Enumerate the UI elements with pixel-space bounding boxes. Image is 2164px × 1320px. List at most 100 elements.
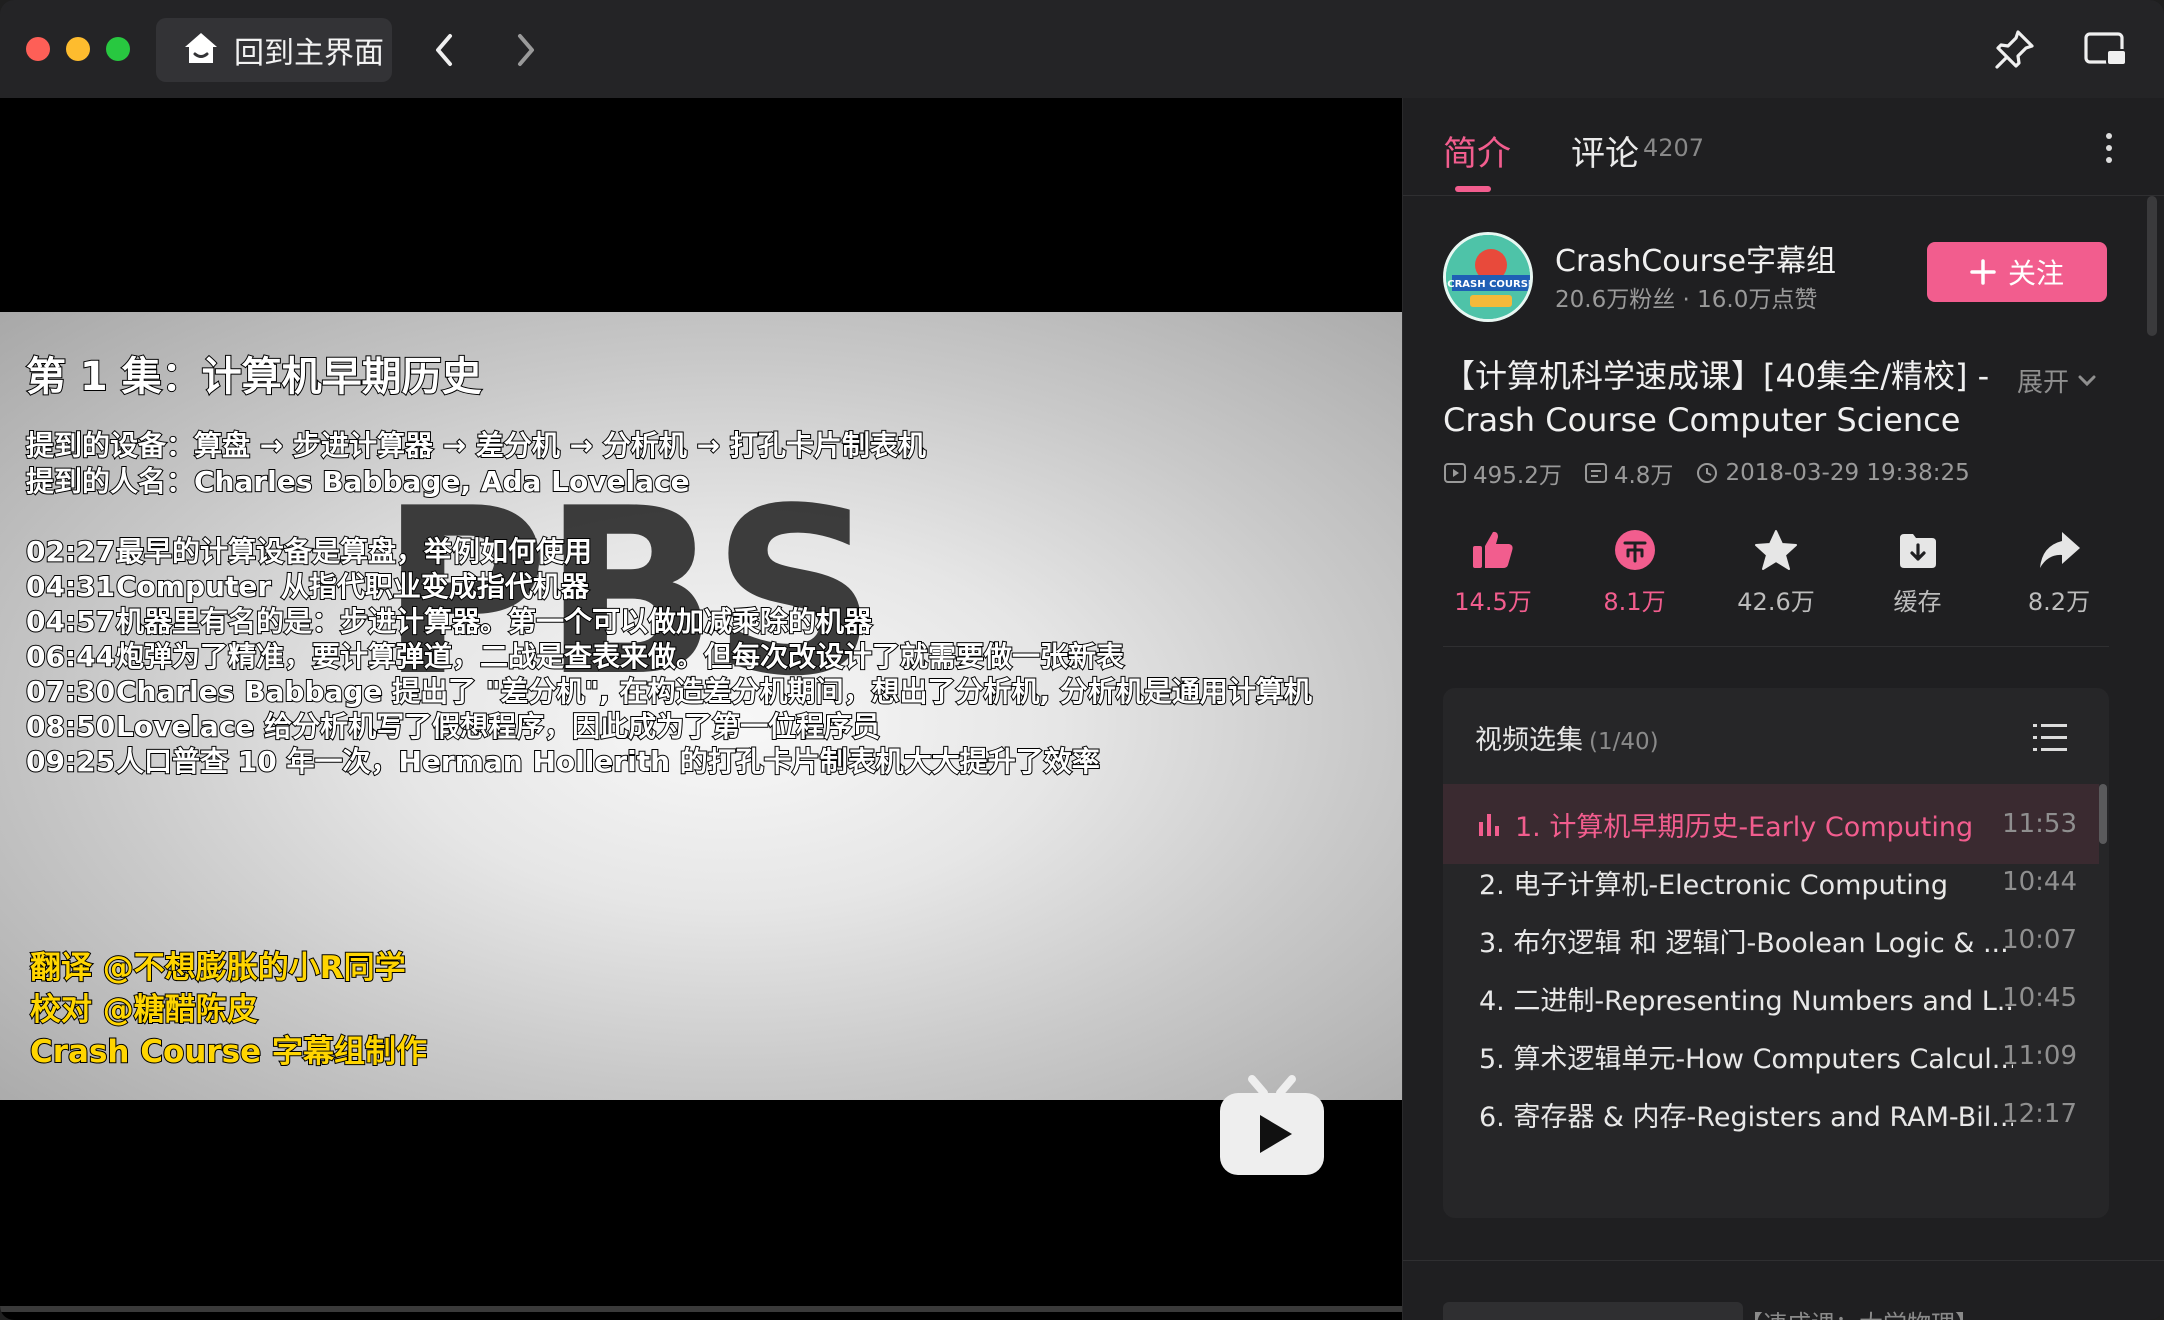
chapter-time: 09:25	[25, 744, 116, 779]
coin-button[interactable]: 8.1万	[1585, 528, 1685, 618]
follow-button[interactable]: 关注	[1927, 242, 2107, 302]
like-count: 14.5万	[1454, 588, 1532, 616]
view-count: 495.2万	[1473, 463, 1562, 489]
playlist-item-duration: 11:53	[2002, 809, 2077, 839]
chapter-time: 06:44	[25, 639, 116, 674]
video-progress-track[interactable]	[0, 1306, 1402, 1312]
coin-icon	[1614, 530, 1655, 570]
tab-intro[interactable]: 简介	[1443, 126, 1511, 175]
people-line: 提到的人名：Charles Babbage, Ada Lovelace	[25, 464, 691, 499]
chapter-line: 04:57机器里有名的是：步进计算器。第一个可以做加减乘除的机器	[25, 600, 873, 640]
uploader-avatar[interactable]: CRASH COURSE	[1443, 232, 1533, 322]
app-window: 回到主界面 PBS 第 1 集：计算机早期历史 提到的设备：算盘 → 步进计算器…	[0, 0, 2164, 1320]
download-icon	[1899, 534, 1936, 568]
avatar-text: CRASH COURSE	[1447, 279, 1533, 290]
panel-scrollbar[interactable]	[2147, 196, 2157, 336]
section-divider	[1443, 646, 2109, 647]
chapter-text: Charles Babbage 提出了 "差分机", 在构造差分机期间，想出了分…	[115, 674, 1313, 709]
follow-label: 关注	[2007, 257, 2064, 290]
close-window-button[interactable]	[26, 37, 50, 61]
danmaku-icon	[1584, 463, 1607, 483]
like-button[interactable]: 14.5万	[1443, 528, 1543, 618]
credit-proofreader: 校对 @糖醋陈皮	[29, 991, 259, 1029]
picture-in-picture-icon	[2084, 32, 2127, 66]
title-bar: 回到主界面	[0, 0, 2164, 98]
side-panel: 简介 评论 4207 CRASH COURSE CrashCourse字幕组 2…	[1402, 98, 2164, 1320]
playlist-item-duration: 10:45	[2002, 983, 2077, 1013]
chapter-time: 04:57	[25, 604, 116, 639]
chapter-line: 04:31Computer 从指代职业变成指代机器	[25, 565, 590, 605]
episode-title-overlay: 第 1 集：计算机早期历史	[25, 353, 483, 401]
chevron-down-icon	[2078, 375, 2096, 386]
playlist-item-duration: 11:09	[2002, 1041, 2077, 1071]
related-thumbnail[interactable]	[1443, 1302, 1743, 1320]
playlist-item-title: 2. 电子计算机-Electronic Computing	[1479, 869, 1949, 901]
chapter-line: 07:30Charles Babbage 提出了 "差分机", 在构造差分机期间…	[25, 670, 1313, 710]
playlist-item-duration: 12:17	[2002, 1099, 2077, 1129]
cache-label: 缓存	[1893, 588, 1942, 616]
thumbs-up-icon	[1473, 531, 1513, 568]
share-icon	[2040, 532, 2080, 568]
playlist-item-duration: 10:44	[2002, 867, 2077, 897]
now-playing-icon	[1479, 814, 1501, 836]
favorite-count: 42.6万	[1737, 588, 1815, 616]
chapter-time: 02:27	[25, 534, 116, 569]
plus-icon	[1970, 259, 1996, 285]
play-count-icon	[1444, 463, 1466, 483]
chapter-line: 06:44炮弹为了精准，要计算弹道，二战是查表来做。但每次改设计了就需要做一张新…	[25, 635, 1125, 675]
playlist-item[interactable]: 6. 寄存器 & 内存-Registers and RAM-Bil... 12:…	[1443, 1074, 2099, 1154]
section-divider	[1403, 1260, 2164, 1261]
zoom-window-button[interactable]	[106, 37, 130, 61]
cache-button[interactable]: 缓存	[1868, 528, 1968, 618]
bilibili-tv-icon	[1216, 1073, 1328, 1179]
chapter-text: Lovelace 给分析机写了假想程序，因此成为了第一位程序员	[115, 709, 881, 744]
home-icon	[182, 30, 220, 70]
comment-count: 4207	[1643, 134, 1705, 162]
chevron-left-icon	[436, 34, 452, 66]
chapter-line: 08:50Lovelace 给分析机写了假想程序，因此成为了第一位程序员	[25, 705, 881, 745]
share-count: 8.2万	[2027, 588, 2091, 616]
pin-window-button[interactable]	[1988, 24, 2040, 76]
list-view-icon[interactable]	[2033, 724, 2069, 752]
minimize-window-button[interactable]	[66, 37, 90, 61]
panel-tabs: 简介 评论 4207	[1403, 98, 2164, 196]
related-title[interactable]: 【速成课：大学物理】	[1739, 1304, 1979, 1320]
more-dots-icon	[2106, 133, 2112, 139]
video-player[interactable]: PBS 第 1 集：计算机早期历史 提到的设备：算盘 → 步进计算器 → 差分机…	[0, 98, 1402, 1320]
picture-in-picture-button[interactable]	[2080, 24, 2132, 76]
forward-button[interactable]	[506, 28, 546, 72]
clock-icon	[1697, 463, 1718, 483]
chapter-text: 机器里有名的是：步进计算器。第一个可以做加减乘除的机器	[115, 604, 873, 639]
playlist-item-title: 5. 算术逻辑单元-How Computers Calcul...	[1479, 1043, 2013, 1075]
chapter-time: 08:50	[25, 709, 116, 744]
chapter-text: 炮弹为了精准，要计算弹道，二战是查表来做。但每次改设计了就需要做一张新表	[115, 639, 1125, 674]
chapter-time: 07:30	[25, 674, 116, 709]
more-options-button[interactable]	[2089, 128, 2129, 168]
playlist-item-duration: 10:07	[2002, 925, 2077, 955]
chapter-text: 最早的计算设备是算盘，举例如何使用	[115, 534, 593, 569]
expand-button[interactable]: 展开	[2017, 362, 2097, 399]
favorite-button[interactable]: 42.6万	[1726, 528, 1826, 618]
star-icon	[1755, 530, 1797, 570]
video-meta: 495.2万 4.8万 2018-03-29 19:38:25	[1443, 456, 1970, 490]
chapter-line: 02:27最早的计算设备是算盘，举例如何使用	[25, 530, 593, 570]
playlist-item-title: 1. 计算机早期历史-Early Computing	[1515, 811, 1974, 843]
tab-comments[interactable]: 评论	[1571, 126, 1639, 175]
playlist-title: 视频选集	[1475, 725, 1583, 756]
uploader-name[interactable]: CrashCourse字幕组	[1555, 236, 1836, 280]
playlist-scrollbar[interactable]	[2099, 784, 2107, 844]
publish-date: 2018-03-29 19:38:25	[1725, 460, 1970, 486]
playlist-item-title: 4. 二进制-Representing Numbers and L...	[1479, 985, 2013, 1017]
chevron-right-icon	[518, 34, 534, 66]
uploader-stats: 20.6万粉丝 · 16.0万点赞	[1555, 287, 1818, 313]
home-button[interactable]: 回到主界面	[156, 18, 392, 82]
coin-count: 8.1万	[1603, 588, 1666, 616]
home-button-label: 回到主界面	[234, 36, 384, 71]
video-title: 【计算机科学速成课】[40集全/精校] - Crash Course Compu…	[1443, 357, 1990, 439]
back-button[interactable]	[424, 28, 464, 72]
chapter-time: 04:31	[25, 569, 116, 604]
chapter-text: Computer 从指代职业变成指代机器	[115, 569, 590, 604]
share-button[interactable]: 8.2万	[2009, 528, 2109, 618]
episode-playlist: 视频选集 (1/40) 1. 计算机早期历史-Early Computing 11…	[1443, 688, 2109, 1218]
playlist-item-title: 3. 布尔逻辑 和 逻辑门-Boolean Logic & ...	[1479, 927, 2009, 959]
